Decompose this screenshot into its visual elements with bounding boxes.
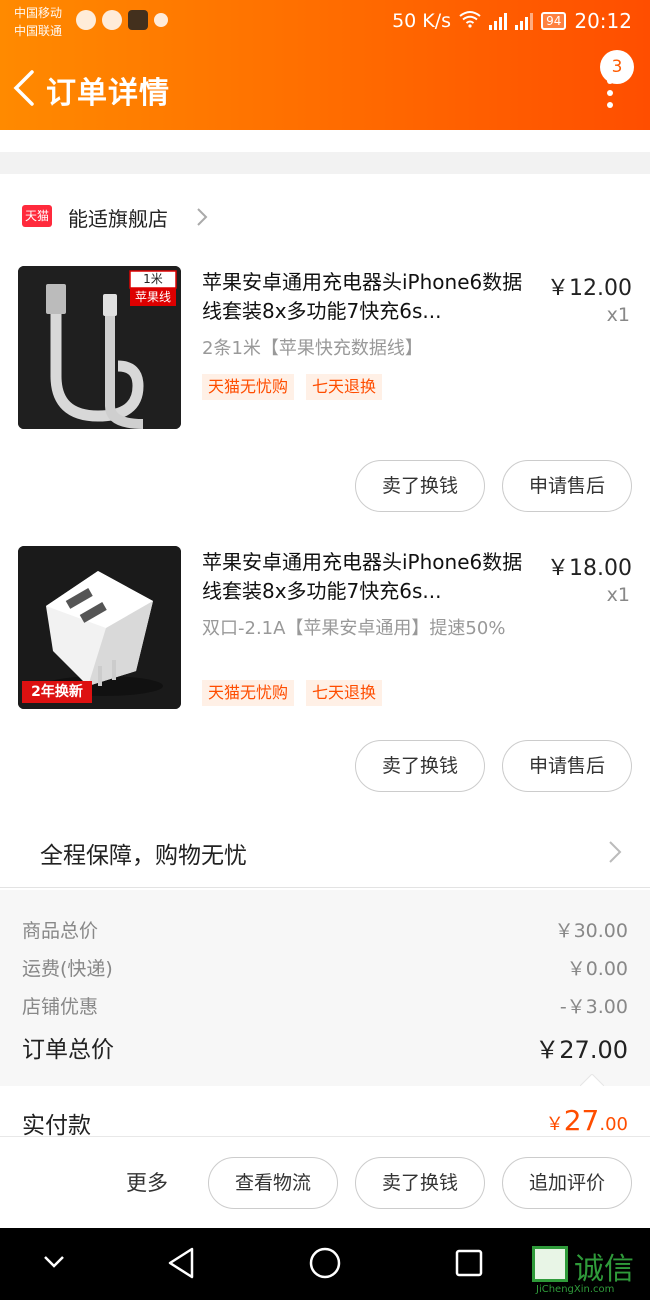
shipping-value: ￥0.00	[566, 958, 628, 980]
service-tag: 七天退换	[306, 374, 383, 400]
caret-up-icon	[580, 1074, 604, 1086]
notification-icons	[76, 10, 168, 30]
battery-icon: 94	[541, 12, 567, 30]
amount-paid-row: 实付款 ￥27.00	[0, 1074, 650, 1139]
page-title: 订单详情	[46, 76, 170, 111]
amount-paid-value: ￥27.00	[546, 1104, 628, 1137]
add-review-button[interactable]: 追加评价	[502, 1157, 632, 1209]
more-dots-icon	[607, 102, 613, 108]
carrier-1: 中国移动	[14, 6, 63, 20]
section-divider	[0, 152, 650, 174]
product-name[interactable]: 苹果安卓通用充电器头iPhone6数据线套装8x多功能7快充6s...	[202, 548, 532, 606]
service-tags: 天猫无忧购 七天退换	[202, 680, 383, 706]
more-dots-icon	[607, 90, 613, 96]
carrier-info: 中国移动 中国联通	[14, 4, 62, 40]
product-price: ￥18.00	[547, 556, 632, 581]
service-tags: 天猫无忧购 七天退换	[202, 374, 383, 400]
view-logistics-button[interactable]: 查看物流	[208, 1157, 338, 1209]
nav-bar: 订单详情 3	[0, 50, 650, 122]
thumb-label: 苹果线	[134, 290, 171, 304]
sell-for-cash-button[interactable]: 卖了换钱	[355, 460, 485, 512]
net-speed: 50 K/s	[392, 10, 452, 32]
guarantee-row[interactable]: 全程保障，购物无忧	[0, 820, 650, 888]
after-sales-button[interactable]: 申请售后	[502, 740, 632, 792]
bottom-action-bar: 更多 查看物流 卖了换钱 追加评价	[0, 1136, 650, 1228]
product-price: ￥12.00	[547, 276, 632, 301]
signal-icon-sim2	[515, 12, 534, 30]
chevron-down-icon[interactable]	[42, 1254, 66, 1270]
product-sku: 2条1米【苹果快充数据线】	[202, 338, 423, 359]
chevron-right-icon	[197, 208, 208, 226]
order-total-label: 订单总价	[22, 1037, 114, 1063]
back-triangle-icon[interactable]	[166, 1246, 196, 1280]
app-notification-icon	[102, 10, 122, 30]
wifi-icon	[459, 10, 481, 33]
tiktok-icon	[128, 10, 148, 30]
message-count-badge: 3	[600, 50, 634, 84]
thumb-label: 2年换新	[31, 684, 83, 700]
product-quantity: x1	[606, 304, 630, 326]
product-name[interactable]: 苹果安卓通用充电器头iPhone6数据线套装8x多功能7快充6s...	[202, 268, 532, 326]
tmall-logo-icon: 天猫	[22, 205, 52, 227]
guarantee-text: 全程保障，购物无忧	[40, 843, 247, 869]
app-notification-icon	[76, 10, 96, 30]
discount-label: 店铺优惠	[22, 996, 99, 1018]
product-sku: 双口-2.1A【苹果安卓通用】提速50%	[202, 618, 506, 639]
shipping-label: 运费(快递)	[22, 958, 113, 980]
system-nav-bar: 诚信 JiChengXin.com	[0, 1228, 650, 1300]
service-tag: 天猫无忧购	[202, 680, 295, 706]
watermark-logo-icon	[532, 1246, 568, 1282]
discount-value: -￥3.00	[559, 996, 628, 1018]
price-summary: 商品总价 ￥30.00 运费(快递) ￥0.00 店铺优惠 -￥3.00 订单总…	[0, 890, 650, 1086]
watermark: 诚信 JiChengXin.com	[532, 1246, 650, 1300]
top-bar: 中国移动 中国联通 50 K/s 94 20:12 订单详情 3	[0, 0, 650, 130]
back-button[interactable]	[10, 68, 40, 108]
status-bar: 中国移动 中国联通 50 K/s 94 20:12	[0, 0, 650, 44]
order-item[interactable]: 1米 苹果线 苹果安卓通用充电器头iPhone6数据线套装8x多功能7快充6s.…	[0, 266, 650, 512]
goods-total-label: 商品总价	[22, 920, 99, 942]
recents-square-icon[interactable]	[454, 1248, 484, 1278]
product-thumbnail[interactable]: 1米 苹果线	[18, 266, 181, 429]
after-sales-button[interactable]: 申请售后	[502, 460, 632, 512]
status-right: 50 K/s 94 20:12	[392, 9, 632, 33]
amount-paid-label: 实付款	[22, 1113, 91, 1139]
home-circle-icon[interactable]	[308, 1246, 342, 1280]
product-thumbnail[interactable]: 2年换新	[18, 546, 181, 709]
store-name: 能适旗舰店	[68, 207, 168, 231]
service-tag: 天猫无忧购	[202, 374, 295, 400]
thumb-label: 1米	[143, 272, 163, 286]
sell-for-cash-button[interactable]: 卖了换钱	[355, 1157, 485, 1209]
currency-symbol: ￥	[545, 1114, 564, 1135]
service-tag: 七天退换	[306, 680, 383, 706]
order-item[interactable]: 2年换新 苹果安卓通用充电器头iPhone6数据线套装8x多功能7快充6s...…	[0, 546, 650, 792]
store-header[interactable]: 天猫 能适旗舰店	[0, 195, 650, 239]
chevron-right-icon	[609, 841, 622, 863]
order-total-value: ￥27.00	[535, 1036, 628, 1064]
sell-for-cash-button[interactable]: 卖了换钱	[355, 740, 485, 792]
product-quantity: x1	[606, 584, 630, 606]
watermark-subtext: JiChengXin.com	[536, 1284, 615, 1295]
carrier-2: 中国联通	[14, 24, 63, 38]
amount-integer: 27	[563, 1104, 600, 1137]
signal-icon-sim1	[489, 12, 508, 30]
watermark-text: 诚信	[574, 1252, 634, 1287]
amount-decimal: .00	[599, 1114, 628, 1135]
chevron-left-icon	[13, 70, 34, 106]
clock: 20:12	[574, 9, 632, 33]
goods-total-value: ￥30.00	[554, 920, 628, 942]
more-menu-button[interactable]	[600, 78, 620, 122]
more-actions-link[interactable]: 更多	[126, 1167, 168, 1197]
app-notification-icon	[154, 13, 168, 27]
